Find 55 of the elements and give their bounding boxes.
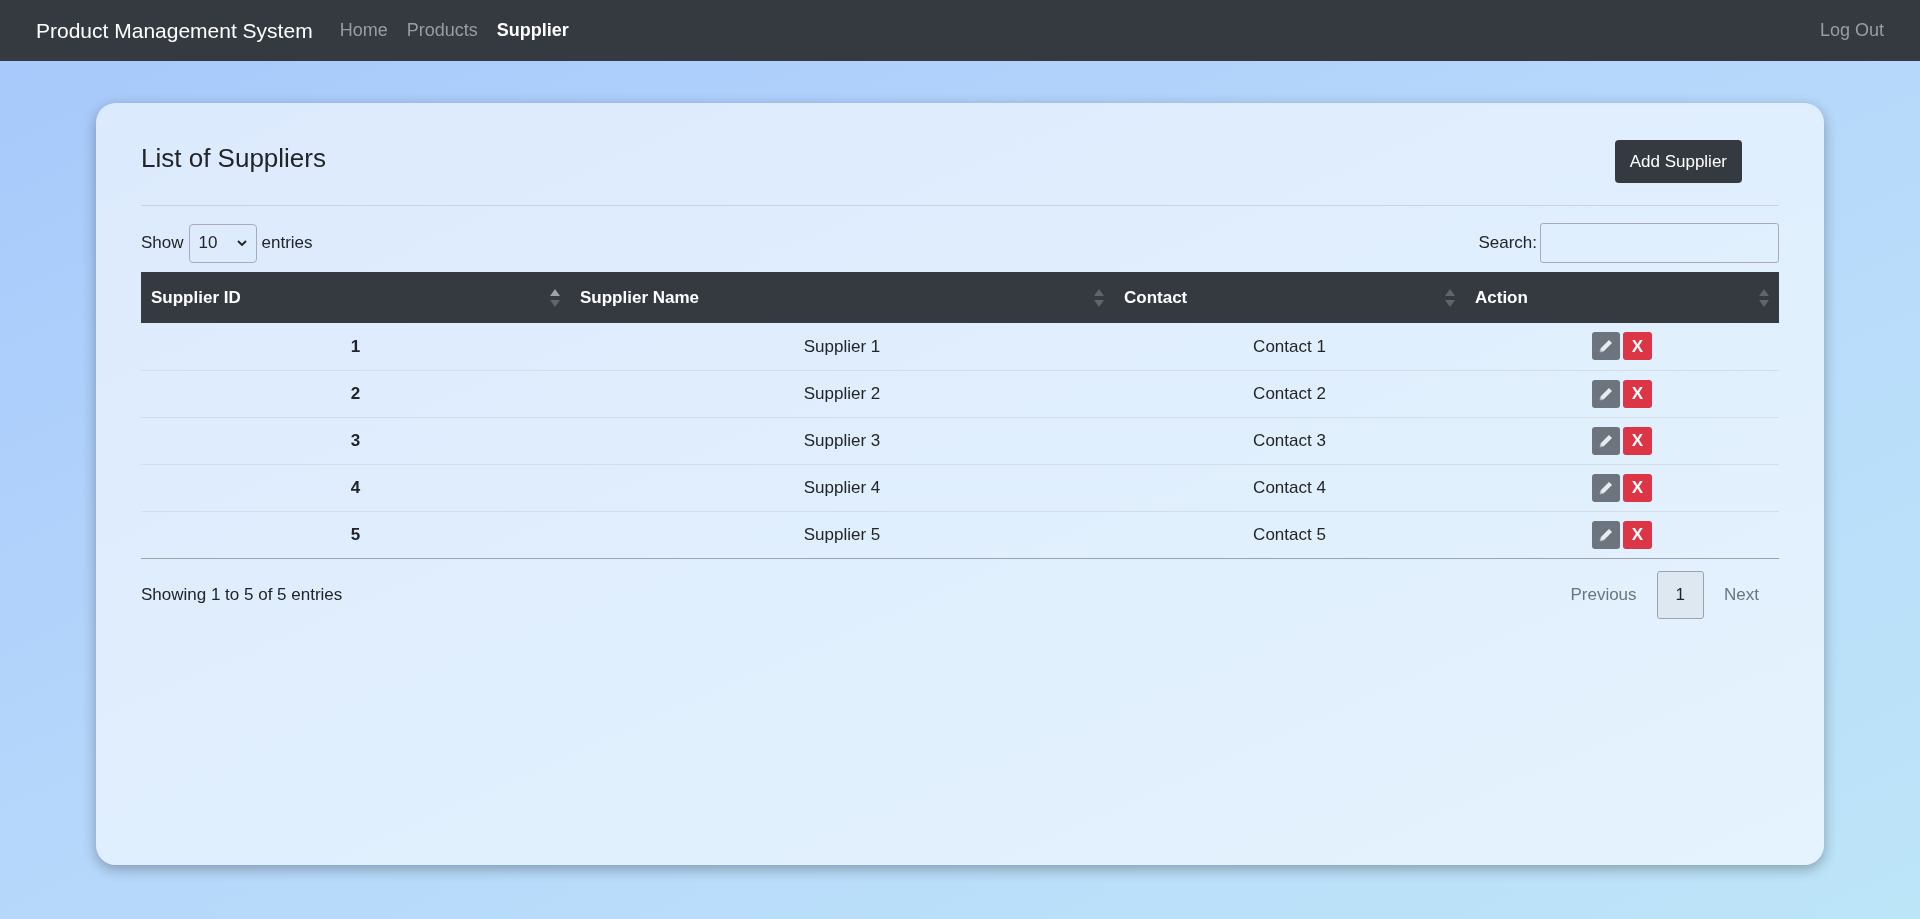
sort-icon (1445, 288, 1455, 307)
brand-title[interactable]: Product Management System (36, 14, 313, 47)
delete-button[interactable]: X (1623, 473, 1652, 502)
show-label: Show (141, 232, 184, 255)
entries-select[interactable]: 10 (188, 223, 257, 263)
column-header[interactable]: Action (1465, 272, 1779, 323)
entries-label: entries (261, 232, 313, 255)
delete-button[interactable]: X (1623, 426, 1652, 455)
edit-button[interactable] (1592, 520, 1620, 549)
page-title: List of Suppliers (141, 142, 326, 175)
pencil-icon (1598, 338, 1614, 355)
column-header[interactable]: Contact (1114, 272, 1465, 323)
pagination-button[interactable]: Next (1704, 571, 1779, 619)
table-cell: Supplier 3 (803, 430, 881, 450)
column-header[interactable]: Supplier ID (141, 272, 570, 323)
table-cell: Supplier 2 (803, 383, 881, 403)
nav-link[interactable]: Home (339, 17, 388, 44)
sort-icon (1759, 288, 1769, 307)
search-field[interactable] (1540, 223, 1779, 263)
edit-button[interactable] (1592, 332, 1620, 361)
table-cell: 3 (350, 430, 361, 450)
pagination-button[interactable]: Previous (1550, 571, 1657, 619)
entries-info: Showing 1 to 5 of 5 entries (141, 584, 343, 607)
delete-button[interactable]: X (1623, 520, 1652, 549)
sort-icon (550, 288, 560, 307)
pencil-icon (1598, 526, 1614, 543)
table-cell: 5 (350, 525, 361, 544)
table-cell: Contact 3 (1253, 430, 1326, 450)
edit-button[interactable] (1592, 426, 1620, 455)
nav-link[interactable]: Supplier (496, 17, 569, 44)
table-cell: Contact 1 (1253, 336, 1326, 356)
column-header[interactable]: Supplier Name (570, 272, 1114, 323)
table-cell: Supplier 1 (803, 336, 881, 356)
pencil-icon (1598, 385, 1614, 402)
pencil-icon (1598, 432, 1614, 449)
sort-icon (1094, 288, 1104, 307)
table-cell: Supplier 4 (803, 477, 881, 497)
table-cell: 1 (350, 336, 361, 356)
table-cell: 2 (350, 383, 361, 403)
edit-button[interactable] (1592, 473, 1620, 502)
pagination-button[interactable]: 1 (1656, 571, 1705, 619)
delete-button[interactable]: X (1623, 332, 1652, 361)
logout-link[interactable]: Log Out (1819, 17, 1884, 44)
table-cell: 4 (350, 477, 361, 497)
add-supplier-button[interactable]: Add Supplier (1614, 140, 1742, 183)
delete-button[interactable]: X (1623, 379, 1652, 408)
chevron-down-icon (236, 239, 247, 247)
pencil-icon (1598, 479, 1614, 496)
table-cell: Contact 4 (1253, 477, 1326, 497)
search-label: Search: (1478, 232, 1537, 255)
table-cell: Supplier 5 (803, 525, 881, 544)
edit-button[interactable] (1592, 379, 1620, 408)
table-cell: Contact 2 (1253, 383, 1326, 403)
table-cell: Contact 5 (1253, 525, 1326, 544)
nav-link[interactable]: Products (406, 17, 478, 44)
